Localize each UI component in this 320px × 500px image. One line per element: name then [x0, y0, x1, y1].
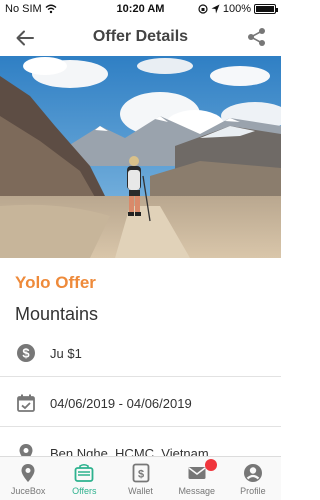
status-bar: No SIM 10:20 AM 100%	[0, 0, 281, 20]
wallet-icon: $	[132, 463, 149, 483]
location-arrow-icon	[211, 4, 220, 14]
offers-bag-icon	[74, 463, 94, 482]
offer-type-label: Yolo Offer	[15, 273, 96, 292]
date-row: 04/06/2019 - 04/06/2019	[0, 381, 281, 427]
tab-label: Offers	[72, 486, 97, 496]
offer-date-range: 04/06/2019 - 04/06/2019	[50, 396, 192, 411]
page-title: Offer Details	[92, 28, 189, 45]
tab-jucebox[interactable]: JuceBox	[0, 457, 56, 500]
tab-label: Wallet	[128, 486, 153, 496]
battery-percent: 100%	[222, 3, 251, 15]
tab-wallet[interactable]: $ Wallet	[112, 457, 168, 500]
bottom-tab-bar: JuceBox Offers $ Wallet Message Profile	[0, 456, 281, 500]
status-right: 100%	[198, 3, 278, 15]
dollar-coin-icon: $	[17, 344, 35, 362]
notification-badge	[204, 459, 217, 471]
tab-offers[interactable]: Offers	[56, 457, 112, 500]
tab-label: Profile	[240, 486, 266, 496]
share-icon[interactable]	[247, 27, 267, 47]
offer-hero-image	[0, 56, 281, 258]
tab-profile[interactable]: Profile	[225, 457, 281, 500]
location-pin-icon	[21, 464, 35, 482]
battery-icon	[254, 4, 278, 14]
mountain-hiker-photo	[0, 56, 281, 258]
offer-name: Mountains	[15, 304, 99, 324]
mail-icon	[188, 467, 206, 479]
orientation-lock-icon	[198, 4, 208, 14]
tab-message[interactable]: Message	[169, 457, 225, 500]
nav-header: Offer Details	[0, 20, 281, 56]
svg-text:$: $	[22, 346, 30, 361]
price-row: $ Ju $1	[0, 331, 281, 377]
svg-text:$: $	[137, 469, 143, 481]
tab-label: JuceBox	[10, 486, 46, 496]
calendar-check-icon	[17, 394, 35, 412]
tab-label: Message	[178, 486, 215, 496]
profile-icon	[243, 464, 262, 482]
arrow-back-icon[interactable]	[14, 27, 36, 49]
offer-price: Ju $1	[50, 346, 82, 361]
